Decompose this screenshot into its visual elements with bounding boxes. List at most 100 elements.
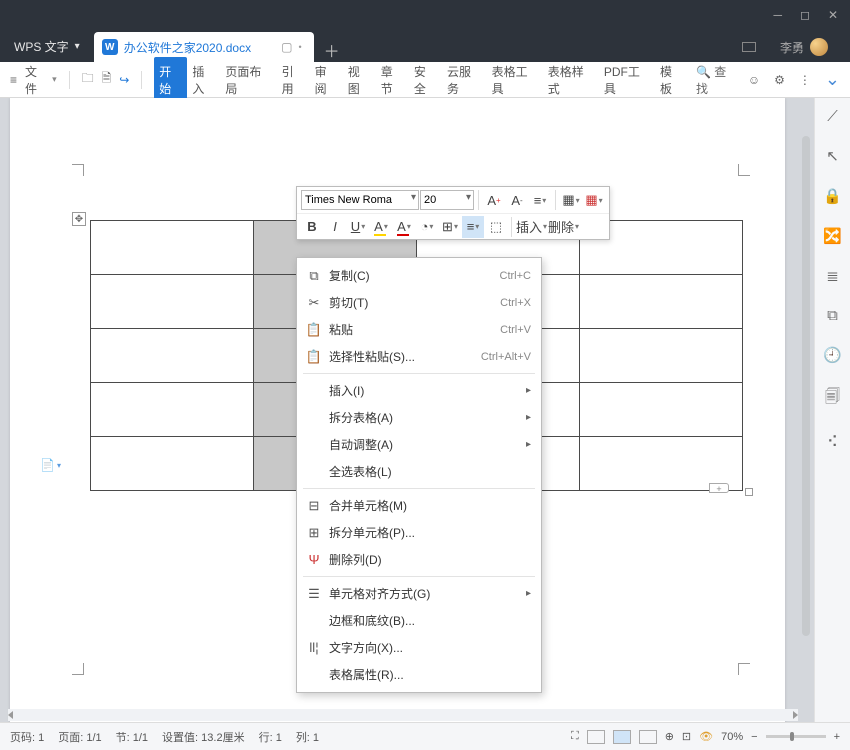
align-button[interactable]: ≡ bbox=[462, 216, 484, 238]
properties-icon[interactable]: 🗐 bbox=[825, 386, 840, 411]
menu-delete-col[interactable]: Ψ删除列(D) bbox=[297, 546, 541, 573]
menu-icon[interactable]: ≡ bbox=[10, 73, 17, 87]
table-select-button[interactable]: ▦ bbox=[583, 189, 605, 211]
tab-cloud[interactable]: 云服务 bbox=[442, 57, 487, 103]
status-section[interactable]: 节: 1/1 bbox=[116, 729, 148, 745]
save-icon[interactable]: 🗎 bbox=[102, 69, 112, 90]
status-page-of[interactable]: 页面: 1/1 bbox=[58, 729, 101, 745]
view-mode-3[interactable] bbox=[639, 730, 657, 744]
menu-select-all[interactable]: 全选表格(L) bbox=[297, 458, 541, 485]
search-button[interactable]: 🔍 查找 bbox=[696, 63, 734, 97]
window-mode-icon[interactable] bbox=[742, 42, 756, 52]
menu-align[interactable]: ☰单元格对齐方式(G)▸ bbox=[297, 580, 541, 607]
menu-merge[interactable]: ⊟合并单元格(M) bbox=[297, 492, 541, 519]
paste-options-icon[interactable]: 📄▾ bbox=[40, 458, 61, 472]
status-col[interactable]: 列: 1 bbox=[296, 729, 319, 745]
settings-icon[interactable]: ⚙ bbox=[774, 73, 785, 87]
borders-button[interactable]: ⊞ bbox=[439, 216, 461, 238]
highlight-icon[interactable]: ⟋ bbox=[827, 108, 838, 125]
menu-table-props[interactable]: 表格属性(R)... bbox=[297, 661, 541, 688]
menu-split-table[interactable]: 拆分表格(A)▸ bbox=[297, 404, 541, 431]
table-style-button[interactable]: ▦ bbox=[560, 189, 582, 211]
delete-dropdown[interactable]: 删除 bbox=[548, 216, 579, 238]
open-folder-icon[interactable]: 🗀 bbox=[82, 69, 94, 90]
view-mode-1[interactable] bbox=[587, 730, 605, 744]
eye-icon[interactable]: 👁 bbox=[699, 730, 713, 743]
tab-insert[interactable]: 插入 bbox=[187, 57, 220, 103]
tab-table-tools[interactable]: 表格工具 bbox=[487, 57, 543, 103]
insert-dropdown[interactable]: 插入 bbox=[516, 216, 547, 238]
outline-view-icon[interactable]: ⊡ bbox=[682, 730, 691, 743]
menu-paste-special[interactable]: 📋选择性粘贴(S)...Ctrl+Alt+V bbox=[297, 343, 541, 370]
tab-references[interactable]: 引用 bbox=[277, 57, 310, 103]
menu-direction[interactable]: ll¦文字方向(X)... bbox=[297, 634, 541, 661]
more-icon[interactable]: ⋮ bbox=[799, 73, 811, 87]
table-resize-handle[interactable] bbox=[745, 488, 753, 496]
file-menu-button[interactable]: 文件 ▾ bbox=[25, 63, 57, 97]
web-view-icon[interactable]: ⊕ bbox=[665, 730, 674, 743]
status-setting[interactable]: 设置值: 13.2厘米 bbox=[162, 729, 245, 745]
font-color-button[interactable]: A bbox=[393, 216, 415, 238]
user-account[interactable]: 李勇 bbox=[780, 38, 838, 56]
autofit-button[interactable]: ⬚ bbox=[485, 216, 507, 238]
underline-button[interactable]: U bbox=[347, 216, 369, 238]
vertical-scrollbar[interactable] bbox=[800, 106, 812, 714]
share-icon[interactable]: ⠪ bbox=[827, 433, 838, 451]
ribbon-tabs: 开始 插入 页面布局 引用 审阅 视图 章节 安全 云服务 表格工具 表格样式 … bbox=[154, 57, 688, 103]
decrease-font-button[interactable]: A- bbox=[506, 189, 528, 211]
maximize-button[interactable]: ◻ bbox=[800, 8, 810, 22]
collapse-ribbon-icon[interactable]: ⌄ bbox=[825, 69, 840, 90]
tab-sections[interactable]: 章节 bbox=[376, 57, 409, 103]
document-name: 办公软件之家2020.docx bbox=[124, 39, 251, 56]
tab-home[interactable]: 开始 bbox=[154, 57, 187, 103]
row-add-handle[interactable]: + bbox=[709, 483, 729, 493]
bold-button[interactable]: B bbox=[301, 216, 323, 238]
status-page-no[interactable]: 页码: 1 bbox=[10, 729, 44, 745]
font-size-select[interactable] bbox=[420, 190, 474, 210]
menu-border[interactable]: 边框和底纹(B)... bbox=[297, 607, 541, 634]
redo-icon[interactable]: ↪ bbox=[119, 73, 129, 87]
history-icon[interactable]: 🕘 bbox=[823, 346, 842, 364]
align-icon: ☰ bbox=[305, 586, 323, 602]
fullscreen-view-icon[interactable]: ⛶ bbox=[571, 730, 579, 743]
tab-review[interactable]: 审阅 bbox=[310, 57, 343, 103]
increase-font-button[interactable]: A+ bbox=[483, 189, 505, 211]
tab-pdf[interactable]: PDF工具 bbox=[599, 57, 655, 103]
menu-cut[interactable]: ✂剪切(T)Ctrl+X bbox=[297, 289, 541, 316]
zoom-in-button[interactable]: + bbox=[834, 731, 840, 743]
titlebar-right: 李勇 bbox=[732, 38, 850, 62]
menu-autofit[interactable]: 自动调整(A)▸ bbox=[297, 431, 541, 458]
zoom-level[interactable]: 70% bbox=[721, 731, 743, 743]
italic-button[interactable]: I bbox=[324, 216, 346, 238]
lock-icon[interactable]: 🔒 bbox=[823, 187, 842, 205]
menu-insert[interactable]: 插入(I)▸ bbox=[297, 377, 541, 404]
highlight-button[interactable]: A bbox=[370, 216, 392, 238]
tab-view[interactable]: 视图 bbox=[343, 57, 376, 103]
close-button[interactable]: ✕ bbox=[828, 8, 838, 22]
table-move-handle[interactable]: ✥ bbox=[72, 212, 86, 226]
tab-refresh-icon[interactable]: • bbox=[298, 42, 301, 52]
line-spacing-button[interactable]: ≡ bbox=[529, 189, 551, 211]
horizontal-scrollbar[interactable] bbox=[8, 709, 798, 721]
list-icon[interactable]: ≣ bbox=[826, 267, 839, 285]
font-family-select[interactable] bbox=[301, 190, 419, 210]
minimize-button[interactable]: ─ bbox=[773, 8, 782, 22]
menu-split-cell[interactable]: ⊞拆分单元格(P)... bbox=[297, 519, 541, 546]
select-icon[interactable]: ↖ bbox=[826, 147, 839, 165]
feedback-icon[interactable]: ☺ bbox=[748, 73, 760, 87]
status-line[interactable]: 行: 1 bbox=[259, 729, 282, 745]
tab-table-style[interactable]: 表格样式 bbox=[543, 57, 599, 103]
tab-screen-icon[interactable]: ▢ bbox=[281, 40, 292, 54]
tab-security[interactable]: 安全 bbox=[409, 57, 442, 103]
flow-icon[interactable]: 🔀 bbox=[823, 227, 842, 245]
zoom-slider[interactable] bbox=[766, 735, 826, 738]
app-home-tab[interactable]: WPS 文字 ▾ bbox=[0, 30, 94, 62]
menu-copy[interactable]: ⧉复制(C)Ctrl+C bbox=[297, 262, 541, 289]
zoom-out-button[interactable]: − bbox=[751, 731, 757, 743]
tab-layout[interactable]: 页面布局 bbox=[220, 57, 276, 103]
toc-icon[interactable]: ⧉ bbox=[827, 307, 838, 324]
shading-button[interactable]: ◔ bbox=[416, 216, 438, 238]
menu-paste[interactable]: 📋粘贴Ctrl+V bbox=[297, 316, 541, 343]
tab-templates[interactable]: 模板 bbox=[655, 57, 688, 103]
view-mode-2[interactable] bbox=[613, 730, 631, 744]
